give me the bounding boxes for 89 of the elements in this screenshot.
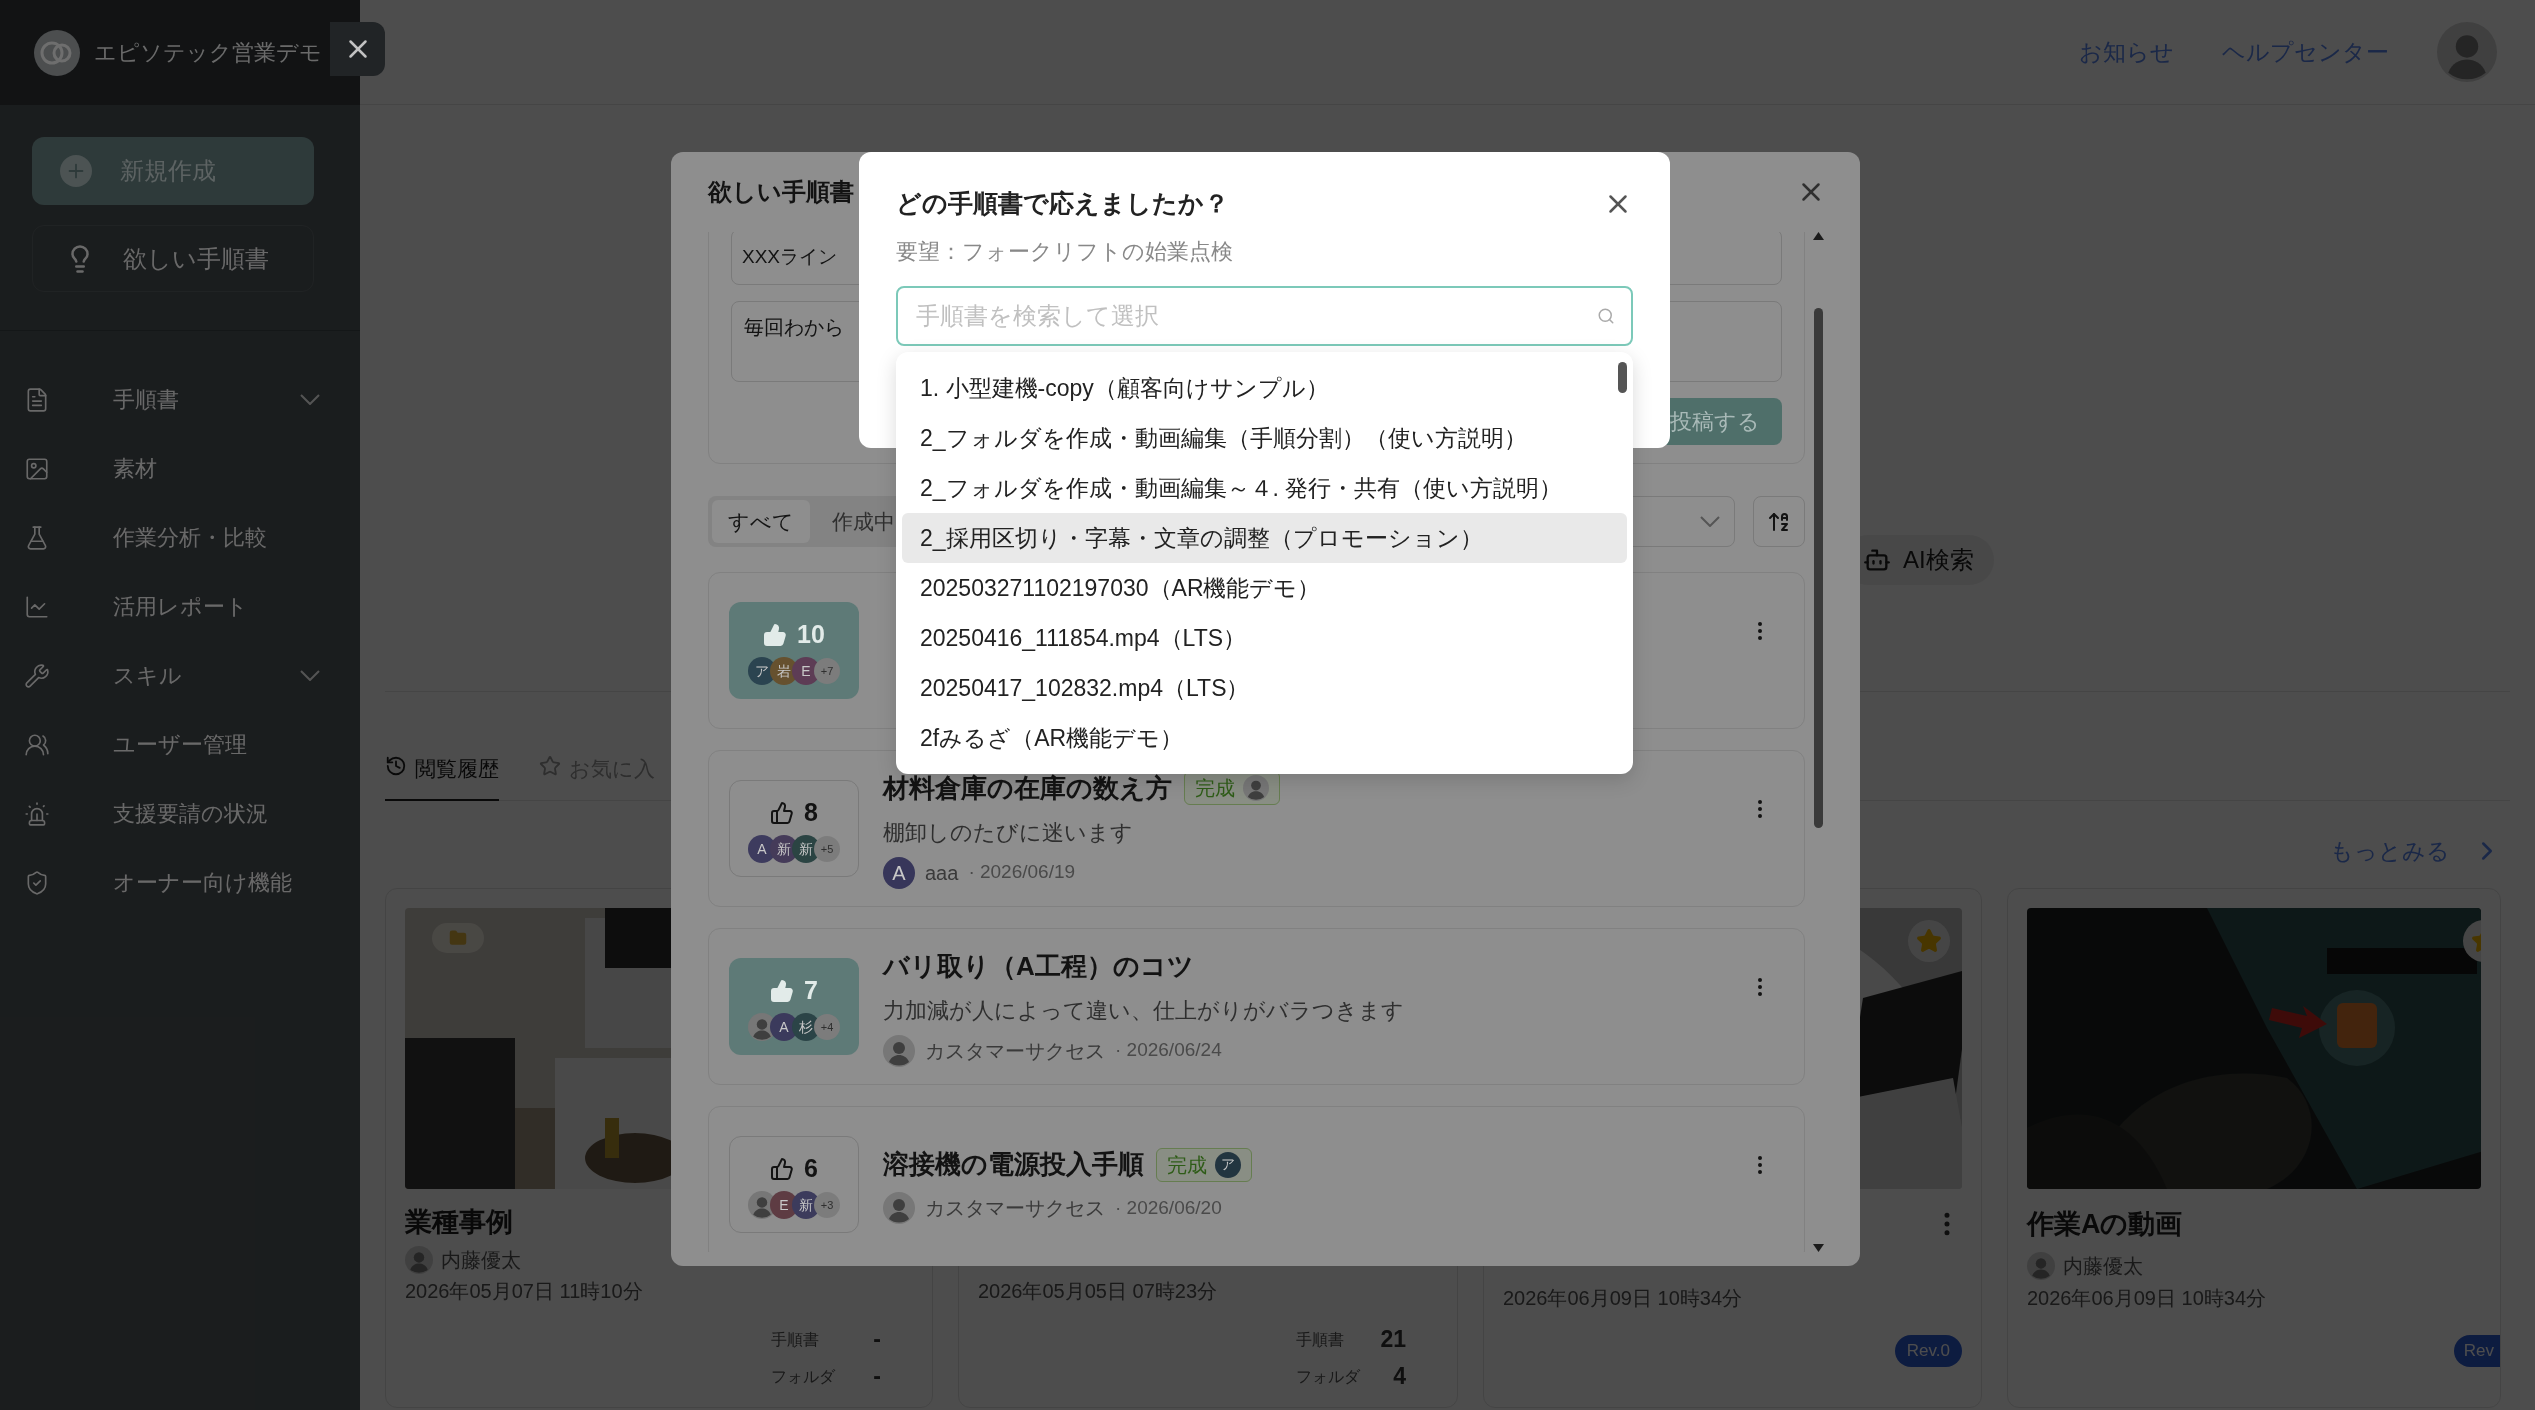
request-card[interactable]: 8 A 新 新 +5 材料倉庫の在庫の数え方 完成 棚卸しのたびに迷います A aaa · 2026/06/19 [708,750,1805,907]
avatar: A [883,856,915,889]
like-count: 6 [804,1152,818,1184]
stat-value: 4 [1393,1365,1406,1388]
dialog-title: どの手順書で応えましたか？ [896,188,1229,219]
nav-item[interactable]: ユーザー管理 [0,710,360,779]
scrollbar-thumb[interactable] [1814,308,1823,828]
nav-item[interactable]: 作業分析・比較 [0,503,360,572]
nav-label: 支援要請の状況 [113,800,268,828]
users-icon [24,731,50,758]
stat-value: 21 [1380,1328,1406,1351]
nav-label: 手順書 [113,386,179,414]
like-count: 8 [804,796,818,828]
status-label: 完成 [1167,1152,1207,1178]
user-avatar-icon [2027,1252,2055,1280]
nav-item[interactable]: スキル [0,641,360,710]
like-count: 7 [804,974,818,1006]
nav-item[interactable]: 手順書 [0,365,360,434]
close-button[interactable] [330,22,385,76]
thumbs-up-icon [770,800,795,825]
request-card[interactable]: 6 E 新 +3 溶接機の電源投入手順 完成 ア カスタマーサクセス · 2026/06/20 [708,1106,1805,1252]
nav-label: 素材 [113,455,157,483]
dialog-subtitle: 要望：フォークリフトの始業点検 [896,237,1234,266]
user-avatar-icon [1243,775,1269,801]
request-date: · 2026/06/19 [968,860,1076,885]
user-avatar-icon [405,1246,433,1275]
nav-item[interactable]: オーナー向け機能 [0,848,360,917]
more-count: +5 [814,836,840,863]
chevron-down-icon [300,394,320,405]
star-icon [1916,928,1942,954]
request-card[interactable]: 7 A 杉 +4 バリ取り（A工程）のコツ 力加減が人によって違い、仕上がりがバラつきます カスタマーサクセス · 2026/06/24 [708,928,1805,1085]
chevron-down-icon [1700,516,1720,527]
filter-tab[interactable]: すべて [712,500,810,543]
like-box[interactable]: 6 E 新 +3 [729,1136,859,1233]
author-name: aaa [925,860,959,886]
more-count: +7 [814,658,840,685]
scroll-up-icon [1813,232,1824,240]
user-avatar-icon [883,1034,915,1067]
more-count: +3 [814,1192,840,1219]
revision-badge: Rev [2453,1335,2500,1367]
request-title: 材料倉庫の在庫の数え方 [883,771,1172,805]
avatar: ア [1215,1151,1241,1178]
card-title: 作業Aの動画 [2027,1207,2183,1241]
request-date: · 2026/06/20 [1115,1195,1222,1220]
image-icon [24,455,50,482]
dropdown-option[interactable]: 2_採用区切り・字幕・文章の調整（プロモーション） [902,513,1627,563]
like-count: 10 [797,618,825,650]
nav-label: ユーザー管理 [113,731,247,759]
siren-icon [24,800,50,827]
thumbs-up-icon [763,622,788,647]
stat-value: - [873,1328,881,1351]
scrollbar[interactable] [1813,232,1824,1252]
user-avatar-icon [883,1192,915,1224]
nav-label: 作業分析・比較 [113,524,267,552]
nav-item[interactable]: 活用レポート [0,572,360,641]
workspace-logo-icon [34,29,80,76]
revision-badge: Rev.0 [1894,1335,1962,1367]
more-count: +4 [814,1014,840,1041]
like-box[interactable]: 7 A 杉 +4 [729,958,859,1055]
thumbs-up-icon [770,978,795,1003]
tab[interactable]: 閲覧履歴 [385,741,499,801]
modal-title: 欲しい手順書 [708,177,854,207]
sort-button[interactable] [1753,496,1805,547]
card-title: 業種事例 [405,1205,513,1239]
request-description: 棚卸しのたびに迷います [883,818,1134,847]
like-box[interactable]: 8 A 新 新 +5 [729,780,859,877]
folder-icon [449,929,467,947]
nav-label: オーナー向け機能 [113,869,292,897]
status-label: 完成 [1195,776,1235,801]
stat-value: - [873,1365,881,1388]
wrench-icon [24,662,50,689]
like-box[interactable]: 10 ア 岩 E +7 [729,602,859,699]
plus-icon [60,155,92,187]
request-button[interactable]: 欲しい手順書 [32,225,314,292]
star-icon [539,755,561,777]
scrollbar-thumb[interactable] [1618,362,1627,393]
search-icon [1597,306,1615,325]
thumbs-up-icon [770,1156,795,1181]
scroll-down-icon [1813,1244,1824,1252]
request-date: · 2026/06/24 [1115,1038,1222,1063]
search-field[interactable]: 手順書を検索して選択 [896,285,1633,346]
nav-label: スキル [113,662,182,690]
nav-label: 活用レポート [113,593,248,621]
user-avatar-icon [2437,22,2497,82]
chevron-down-icon [300,670,320,681]
nav-item[interactable]: 素材 [0,434,360,503]
nav-item[interactable]: 支援要請の状況 [0,779,360,848]
workspace-name: エピソテック営業デモ [94,39,322,67]
history-icon [385,755,407,777]
